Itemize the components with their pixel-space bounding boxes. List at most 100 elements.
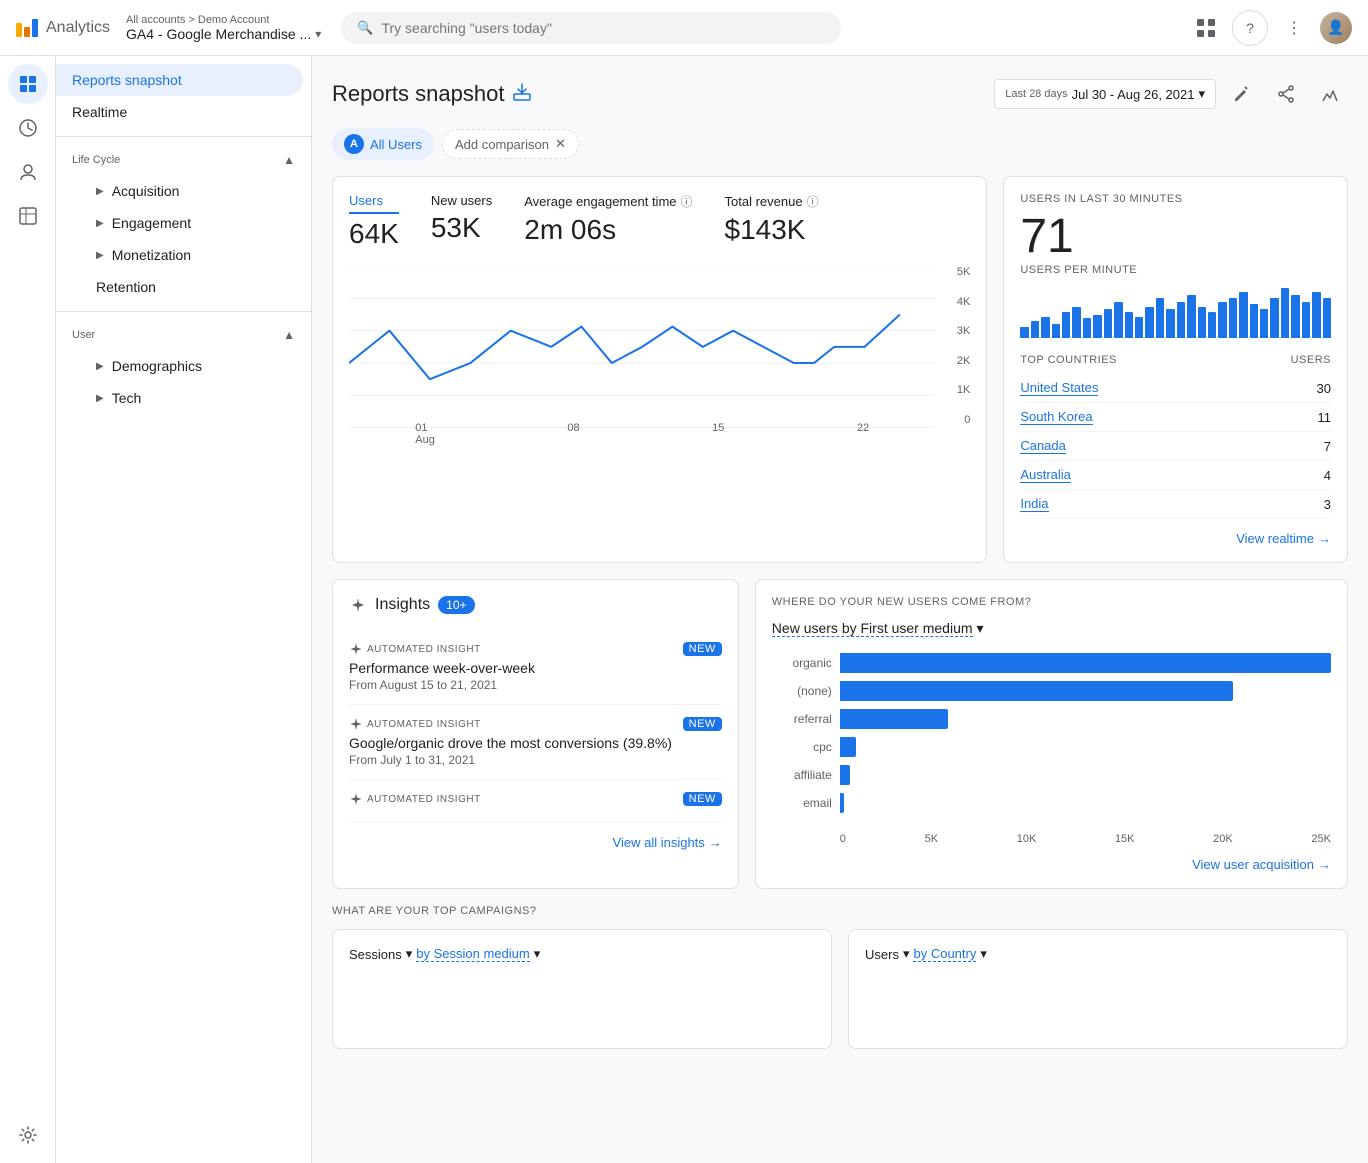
retention-label: Retention bbox=[96, 279, 156, 295]
edit-report-btn[interactable] bbox=[1224, 76, 1260, 112]
insights-items: AUTOMATED INSIGHT New Performance week-o… bbox=[349, 630, 722, 823]
country-name-3[interactable]: Australia bbox=[1020, 467, 1323, 483]
bar-label-5: email bbox=[772, 796, 832, 810]
sidebar-item-realtime[interactable]: Realtime bbox=[56, 96, 311, 128]
sidebar-item-tech[interactable]: ▶ Tech bbox=[88, 382, 311, 414]
country-name-2[interactable]: Canada bbox=[1020, 438, 1323, 454]
date-range-value: Jul 30 - Aug 26, 2021 bbox=[1072, 87, 1195, 102]
reports-icon-btn[interactable] bbox=[8, 64, 48, 104]
mini-bar-13 bbox=[1156, 298, 1164, 338]
search-bar[interactable]: 🔍 bbox=[341, 12, 841, 44]
country-count-0: 30 bbox=[1317, 381, 1331, 396]
insights-title: Insights bbox=[375, 596, 430, 614]
avatar-image: 👤 bbox=[1320, 12, 1352, 44]
insight-title-2[interactable]: Google/organic drove the most conversion… bbox=[349, 735, 722, 751]
country-name-0[interactable]: United States bbox=[1020, 380, 1316, 396]
explore-icon bbox=[18, 206, 38, 226]
user-collapse-btn[interactable]: ▲ bbox=[283, 328, 295, 342]
mini-bar-27 bbox=[1302, 302, 1310, 338]
more-icon: ⋮ bbox=[1286, 18, 1302, 38]
mini-bar-2 bbox=[1041, 317, 1049, 338]
settings-icon bbox=[18, 1125, 38, 1145]
bar-row-3: cpc bbox=[772, 737, 1331, 757]
country-count-2: 7 bbox=[1324, 439, 1331, 454]
page-header-right: Last 28 days Jul 30 - Aug 26, 2021 ▾ bbox=[994, 76, 1348, 112]
bottom-section-title: WHAT ARE YOUR TOP CAMPAIGNS? bbox=[332, 905, 1348, 917]
help-button[interactable]: ? bbox=[1232, 10, 1268, 46]
expand-icon: ▶ bbox=[96, 250, 104, 261]
apps-button[interactable] bbox=[1188, 10, 1224, 46]
y-label-3k: 3K bbox=[940, 325, 970, 337]
app-name: Analytics bbox=[46, 19, 110, 37]
sidebar-item-demographics[interactable]: ▶ Demographics bbox=[88, 350, 311, 382]
explore-icon-btn[interactable] bbox=[8, 196, 48, 236]
expand-icon: ▶ bbox=[96, 361, 104, 372]
mini-bar-3 bbox=[1052, 324, 1060, 338]
country-name-4[interactable]: India bbox=[1020, 496, 1323, 512]
lifecycle-section: Life Cycle ▲ bbox=[56, 145, 311, 175]
settings-icon-btn[interactable] bbox=[8, 1115, 48, 1155]
country-row-4: India 3 bbox=[1020, 490, 1331, 519]
account-selector[interactable]: All accounts > Demo Account GA4 - Google… bbox=[126, 14, 321, 42]
country-count-3: 4 bbox=[1324, 468, 1331, 483]
all-users-chip[interactable]: A All Users bbox=[332, 128, 434, 160]
top-cards-row: Users 64K New users 53K Average engageme… bbox=[332, 176, 1348, 563]
view-insights-link[interactable]: View all insights → bbox=[349, 835, 722, 850]
sidebar-item-reports-snapshot[interactable]: Reports snapshot bbox=[56, 64, 303, 96]
sidebar: Reports snapshot Realtime Life Cycle ▲ ▶… bbox=[56, 56, 312, 1163]
page-header-export-icon[interactable] bbox=[512, 82, 532, 107]
sidebar-item-acquisition[interactable]: ▶ Acquisition bbox=[88, 175, 311, 207]
country-row-3: Australia 4 bbox=[1020, 461, 1331, 490]
insight-title-1[interactable]: Performance week-over-week bbox=[349, 660, 722, 676]
sidebar-item-engagement[interactable]: ▶ Engagement bbox=[88, 207, 311, 239]
mini-bar-6 bbox=[1083, 318, 1091, 338]
user-avatar[interactable]: 👤 bbox=[1320, 12, 1352, 44]
audience-icon-btn[interactable] bbox=[8, 152, 48, 192]
search-input[interactable] bbox=[381, 20, 825, 36]
y-label-4k: 4K bbox=[940, 296, 970, 308]
y-label-0: 0 bbox=[940, 414, 970, 426]
x-label-15: 15 bbox=[712, 422, 724, 446]
add-comparison-chip[interactable]: Add comparison ✕ bbox=[442, 129, 579, 159]
country-name-1[interactable]: South Korea bbox=[1020, 409, 1317, 425]
lifecycle-collapse-btn[interactable]: ▲ bbox=[283, 153, 295, 167]
revenue-help-icon[interactable]: ⓘ bbox=[807, 193, 819, 210]
all-users-chip-icon: A bbox=[344, 134, 364, 154]
more-button[interactable]: ⋮ bbox=[1276, 10, 1312, 46]
insight-item-2: AUTOMATED INSIGHT New Google/organic dro… bbox=[349, 705, 722, 780]
dropdown-arrow-icon: ▾ bbox=[406, 946, 413, 962]
x-axis: 0 5K 10K 15K 20K 25K bbox=[772, 833, 1331, 845]
engagement-label: Engagement bbox=[112, 215, 191, 231]
date-range-label: Last 28 days bbox=[1005, 88, 1067, 100]
acquisition-dropdown[interactable]: New users by First user medium ▾ bbox=[772, 620, 1331, 637]
logo: Analytics bbox=[16, 19, 110, 37]
realtime-icon-btn[interactable] bbox=[8, 108, 48, 148]
bar-fill-1 bbox=[840, 681, 1233, 701]
date-range-dropdown-icon: ▾ bbox=[1198, 86, 1205, 102]
account-dropdown-icon: ▾ bbox=[315, 27, 321, 41]
bar-label-1: (none) bbox=[772, 684, 832, 698]
realtime-label: Realtime bbox=[72, 104, 127, 120]
expand-icon: ▶ bbox=[96, 393, 104, 404]
share-btn[interactable] bbox=[1268, 76, 1304, 112]
users-col-label: USERS bbox=[1291, 354, 1331, 366]
users-dropdown[interactable]: by Country bbox=[913, 946, 976, 962]
revenue-label: Total revenue ⓘ bbox=[725, 193, 819, 210]
view-acquisition-link[interactable]: View user acquisition → bbox=[772, 857, 1331, 872]
sidebar-item-monetization[interactable]: ▶ Monetization bbox=[88, 239, 311, 271]
view-realtime-link[interactable]: View realtime → bbox=[1020, 531, 1331, 546]
countries-list: United States 30 South Korea 11 Canada 7… bbox=[1020, 374, 1331, 519]
mini-bar-11 bbox=[1135, 317, 1143, 338]
account-name: GA4 - Google Merchandise ... bbox=[126, 26, 311, 42]
mini-bar-24 bbox=[1270, 298, 1278, 338]
date-range-selector[interactable]: Last 28 days Jul 30 - Aug 26, 2021 ▾ bbox=[994, 79, 1216, 109]
icon-bar-bottom bbox=[8, 1115, 48, 1155]
insight-type-3: AUTOMATED INSIGHT New bbox=[349, 792, 722, 806]
sessions-dropdown[interactable]: by Session medium bbox=[416, 946, 529, 962]
engagement-help-icon[interactable]: ⓘ bbox=[681, 193, 693, 210]
line-chart: 5K 4K 3K 2K 1K 0 bbox=[349, 266, 970, 446]
mini-bar-21 bbox=[1239, 292, 1247, 338]
insights-btn[interactable] bbox=[1312, 76, 1348, 112]
sidebar-item-retention[interactable]: Retention bbox=[88, 271, 311, 303]
realtime-card: USERS IN LAST 30 MINUTES 71 USERS PER MI… bbox=[1003, 176, 1348, 563]
